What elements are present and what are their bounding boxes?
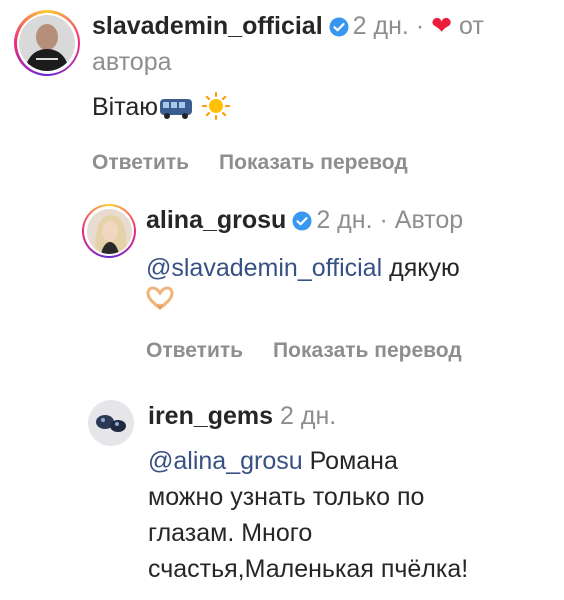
bus-icon — [158, 95, 194, 129]
comment-alina-grosu: alina_grosu 2 дн. · Автор @slavademin_off… — [82, 204, 564, 363]
heart-icon: ❤ — [431, 12, 453, 40]
username[interactable]: alina_grosu — [146, 206, 286, 234]
comment-header: alina_grosu 2 дн. · Автор — [146, 204, 564, 240]
sun-icon — [201, 91, 231, 129]
separator-dot: · — [415, 12, 425, 40]
avatar[interactable] — [88, 400, 134, 446]
comment-actions: Ответить Показать перевод — [92, 151, 562, 175]
show-translation-button[interactable]: Показать перевод — [273, 339, 462, 363]
comment-text: @slavademin_official дякую — [146, 252, 564, 284]
username[interactable]: iren_gems — [148, 402, 273, 430]
verified-badge-icon — [329, 13, 349, 46]
avatar — [86, 208, 132, 254]
reply-button[interactable]: Ответить — [146, 339, 243, 363]
comment-slavademin: slavademin_official 2 дн. · ❤ от автора В… — [14, 10, 562, 175]
comment-text: Вітаю — [92, 91, 562, 129]
comment-text-content: дякую — [389, 254, 460, 282]
comment-text-line: Романа — [309, 447, 398, 475]
avatar — [19, 15, 75, 71]
separator-dot: · — [379, 206, 388, 234]
mention-link[interactable]: @slavademin_official — [146, 254, 382, 282]
comment-header: slavademin_official 2 дн. · ❤ от автора — [92, 10, 562, 79]
verified-badge-icon — [292, 207, 312, 240]
comment-text-line: глазам. Много — [148, 519, 313, 547]
comment-actions: Ответить Показать перевод — [146, 339, 564, 363]
username[interactable]: slavademin_official — [92, 12, 323, 40]
show-translation-button[interactable]: Показать перевод — [219, 151, 408, 175]
timestamp: 2 дн. — [352, 12, 409, 40]
comment-text-content: Вітаю — [92, 93, 159, 121]
comment-text-line: счастья,Маленькая пчёлка! — [148, 555, 469, 583]
timestamp: 2 дн. — [316, 206, 373, 234]
author-label: Автор — [394, 206, 464, 234]
avatar-ring[interactable] — [82, 204, 136, 258]
comment-text: @alina_grosu Романа можно узнать только … — [148, 443, 564, 587]
reply-button[interactable]: Ответить — [92, 151, 189, 175]
comment-iren-gems: iren_gems 2 дн. @alina_grosu Романа можн… — [88, 400, 564, 587]
comment-text-line: можно узнать только по — [148, 483, 425, 511]
avatar-ring[interactable] — [14, 10, 80, 76]
mention-link[interactable]: @alina_grosu — [148, 447, 303, 475]
timestamp: 2 дн. — [280, 402, 337, 430]
comment-header: iren_gems 2 дн. — [148, 400, 564, 433]
heart-hands-icon — [146, 286, 564, 315]
